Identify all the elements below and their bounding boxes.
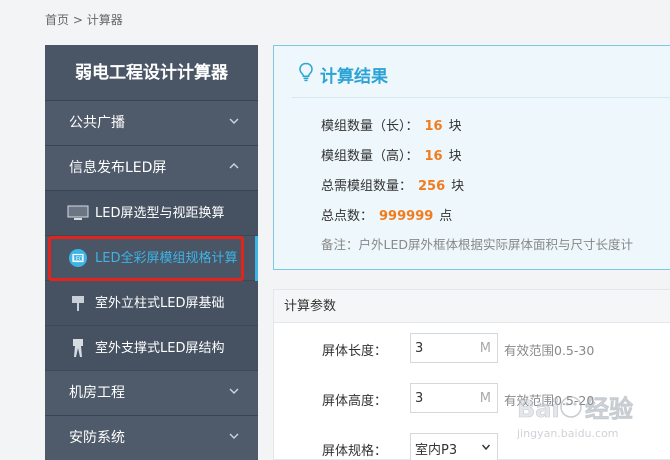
result-unit: 块: [448, 149, 462, 164]
screen-length-input[interactable]: 3 M: [410, 333, 498, 363]
breadcrumb-separator: >: [69, 13, 87, 27]
chevron-down-icon: [228, 101, 240, 146]
result-row-modules-height: 模组数量（高）： 16 块: [321, 145, 462, 164]
sidebar-item-led-selection[interactable]: LED屏选型与视距换算: [45, 191, 258, 236]
sidebar-item-led-module-calc[interactable]: LED LED全彩屏模组规格计算: [45, 236, 258, 281]
screen-length-label: 屏体长度：: [322, 344, 388, 359]
sidebar-group-led-display[interactable]: 信息发布LED屏: [45, 146, 258, 191]
divider: [292, 97, 670, 98]
unit-label: M: [479, 390, 491, 406]
breadcrumb-current: 计算器: [86, 13, 123, 27]
sidebar-group-label: 公共广播: [69, 115, 125, 131]
result-unit: 块: [451, 179, 465, 194]
sidebar-item-outdoor-support[interactable]: 室外支撑式LED屏结构: [45, 326, 258, 371]
sidebar-item-label: LED屏选型与视距换算: [95, 205, 225, 221]
result-row-modules-length: 模组数量（长）： 16 块: [321, 115, 462, 134]
result-label: 模组数量（长）：: [321, 119, 419, 134]
screen-height-input[interactable]: 3 M: [410, 383, 498, 413]
result-unit: 点: [439, 209, 453, 224]
result-note: 备注：户外LED屏外框体根据实际屏体面积与尺寸长度计: [321, 237, 633, 252]
sidebar: 弱电工程设计计算器 公共广播 信息发布LED屏 LED屏选型与视距换算 LED …: [45, 45, 258, 460]
screen-height-hint: 有效范围0.5-20: [504, 393, 595, 408]
params-panel: 计算参数 屏体长度： 3 M 有效范围0.5-30 屏体高度： 3 M 有效范围…: [273, 289, 670, 460]
sidebar-item-outdoor-pillar[interactable]: 室外立柱式LED屏基础: [45, 281, 258, 326]
support-structure-icon: [67, 339, 89, 357]
sidebar-group-label: 安防系统: [69, 430, 125, 446]
screen-spec-label: 屏体规格：: [322, 444, 388, 459]
led-screen-icon: LED: [67, 249, 89, 267]
breadcrumb: 首页 > 计算器: [45, 11, 123, 28]
svg-text:LED: LED: [73, 257, 83, 263]
result-label: 总点数：: [321, 209, 374, 224]
lightbulb-icon: [298, 62, 314, 87]
result-value: 256: [418, 179, 446, 194]
result-value: 16: [424, 149, 443, 164]
sidebar-group-label: 机房工程: [69, 385, 125, 401]
sidebar-group-label: 信息发布LED屏: [69, 160, 167, 176]
monitor-icon: [67, 204, 89, 222]
sidebar-group-server-room[interactable]: 机房工程: [45, 371, 258, 416]
result-value: 999999: [379, 209, 434, 224]
sidebar-item-label: 室外立柱式LED屏基础: [95, 295, 225, 311]
result-unit: 块: [448, 119, 462, 134]
result-row-total-pixels: 总点数： 999999 点: [321, 205, 452, 224]
result-value: 16: [424, 119, 443, 134]
sidebar-item-label: 室外支撑式LED屏结构: [95, 340, 225, 356]
result-title-text: 计算结果: [320, 67, 388, 87]
sidebar-title: 弱电工程设计计算器: [45, 45, 258, 101]
screen-length-hint: 有效范围0.5-30: [504, 343, 595, 358]
chevron-down-icon: [228, 371, 240, 416]
sidebar-group-security[interactable]: 安防系统: [45, 416, 258, 460]
result-row-total-modules: 总需模组数量： 256 块: [321, 175, 464, 194]
result-label: 总需模组数量：: [321, 179, 413, 194]
screen-spec-selected: 室内P3: [415, 442, 458, 458]
result-title: 计算结果: [298, 62, 388, 87]
screen-length-value: 3: [415, 340, 424, 356]
result-label: 模组数量（高）：: [321, 149, 419, 164]
sidebar-group-public-broadcast[interactable]: 公共广播: [45, 101, 258, 146]
screen-height-label: 屏体高度：: [322, 394, 388, 409]
result-panel: 计算结果 模组数量（长）： 16 块 模组数量（高）： 16 块 总需模组数量： 256 块…: [273, 45, 670, 270]
params-title: 计算参数: [274, 290, 670, 323]
chevron-up-icon: [228, 146, 240, 191]
breadcrumb-home[interactable]: 首页: [45, 13, 69, 27]
sidebar-item-label: LED全彩屏模组规格计算: [95, 250, 238, 266]
screen-spec-select[interactable]: 室内P3: [410, 433, 498, 460]
chevron-down-icon: [228, 416, 240, 460]
unit-label: M: [479, 340, 491, 356]
screen-height-value: 3: [415, 390, 424, 406]
chevron-down-icon: [481, 441, 491, 456]
pillar-sign-icon: [67, 294, 89, 312]
